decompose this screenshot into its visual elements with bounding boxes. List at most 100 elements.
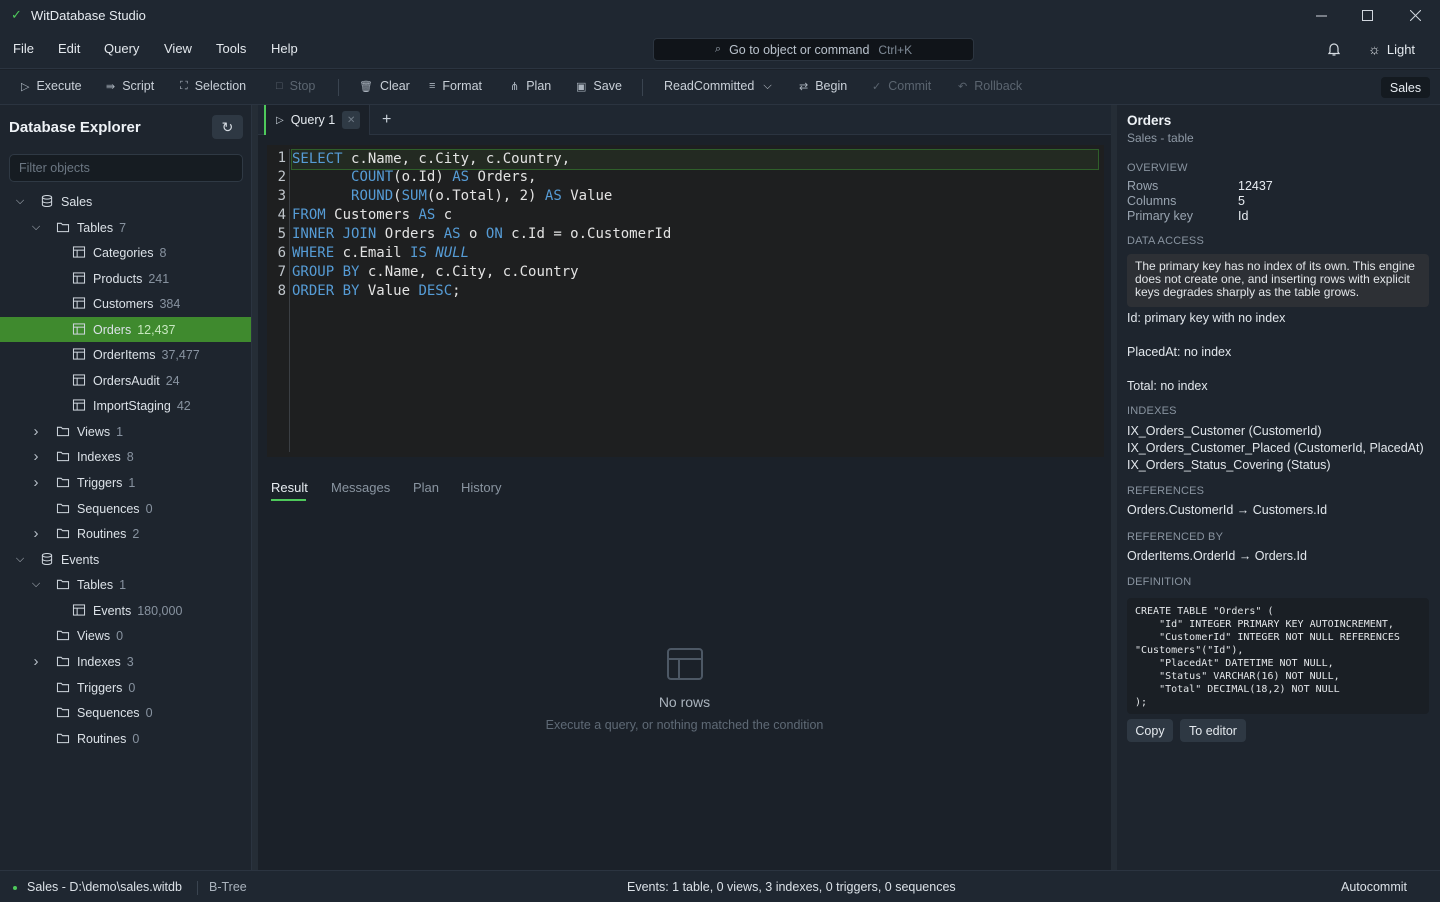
script-button[interactable]: ⇛ Script bbox=[106, 79, 154, 93]
tree-folder-indexes[interactable]: › Indexes 8 bbox=[0, 444, 251, 469]
close-icon bbox=[1409, 9, 1421, 21]
tree-folder-views[interactable]: › Views 1 bbox=[0, 419, 251, 444]
referenced-by-heading: REFERENCED BY bbox=[1127, 531, 1224, 543]
rollback-button[interactable]: ↶ Rollback bbox=[958, 79, 1022, 93]
menu-view[interactable]: View bbox=[164, 41, 192, 56]
tree-item-name: Indexes bbox=[77, 654, 121, 669]
chevron-down-icon[interactable]: ⌵ bbox=[14, 195, 26, 208]
close-tab-icon[interactable]: ✕ bbox=[342, 111, 361, 129]
close-button[interactable] bbox=[1392, 0, 1438, 30]
theme-toggle-label: Light bbox=[1386, 41, 1416, 57]
tree-table-customers[interactable]: Customers 384 bbox=[0, 291, 251, 316]
maximize-button[interactable] bbox=[1344, 0, 1390, 30]
menu-query[interactable]: Query bbox=[104, 41, 139, 56]
tree-folder-sequences[interactable]: Sequences 0 bbox=[0, 496, 251, 521]
tree-table-orderitems[interactable]: OrderItems 37,477 bbox=[0, 342, 251, 367]
stop-button[interactable]: □ Stop bbox=[276, 79, 315, 93]
execute-button[interactable]: ▷ Execute bbox=[21, 79, 82, 93]
tree-folder-triggers[interactable]: Triggers 0 bbox=[0, 675, 251, 700]
tree-table-importstaging[interactable]: ImportStaging 42 bbox=[0, 393, 251, 418]
tree-folder-tables[interactable]: ⌵ Tables 1 bbox=[0, 572, 251, 597]
check-icon: ✓ bbox=[872, 80, 882, 93]
minimize-button[interactable] bbox=[1298, 0, 1344, 30]
active-database-badge[interactable]: Sales bbox=[1381, 77, 1430, 98]
schema-summary: Events: 1 table, 0 views, 3 indexes, 0 t… bbox=[627, 880, 956, 894]
code-line: FROM Customers AS c bbox=[292, 207, 453, 223]
to-editor-button[interactable]: To editor bbox=[1180, 719, 1246, 742]
rollback-label: Rollback bbox=[974, 79, 1023, 93]
toolbar-divider bbox=[338, 79, 339, 96]
sql-editor[interactable]: 1 2 3 4 5 6 7 8 SELECT c.Name, c.City, c… bbox=[267, 145, 1104, 457]
menu-edit[interactable]: Edit bbox=[58, 41, 80, 56]
menu-file[interactable]: File bbox=[13, 41, 34, 56]
tree-item-count: 12,437 bbox=[137, 322, 176, 337]
copy-button[interactable]: Copy bbox=[1127, 719, 1173, 742]
tab-result[interactable]: Result bbox=[271, 480, 308, 495]
theme-toggle-button[interactable]: ☼ Light bbox=[1368, 41, 1415, 57]
search-icon: ⌕ bbox=[714, 43, 722, 55]
tree-folder-sequences[interactable]: Sequences 0 bbox=[0, 700, 251, 725]
tree-folder-routines[interactable]: Routines 0 bbox=[0, 726, 251, 751]
line-gutter: 1 2 3 4 5 6 7 8 bbox=[267, 149, 290, 452]
chevron-right-icon[interactable]: › bbox=[30, 448, 42, 465]
tree-item-name: Categories bbox=[93, 245, 154, 260]
refresh-button[interactable]: ↻ bbox=[212, 115, 243, 139]
empty-state-subtitle: Execute a query, or nothing matched the … bbox=[545, 718, 824, 732]
tab-query-1[interactable]: ▷ Query 1 ✕ bbox=[264, 105, 370, 135]
chevron-down-icon[interactable]: ⌵ bbox=[30, 221, 42, 234]
tree-table-events[interactable]: Events 180,000 bbox=[0, 598, 251, 623]
folder-icon bbox=[56, 656, 70, 667]
tree-folder-tables[interactable]: ⌵ Tables 7 bbox=[0, 215, 251, 240]
database-icon bbox=[41, 553, 53, 565]
tree-item-label: Sequences 0 bbox=[77, 502, 153, 516]
chevron-right-icon[interactable]: › bbox=[30, 423, 42, 440]
table-icon bbox=[72, 246, 86, 258]
line-number: 5 bbox=[277, 226, 286, 242]
chevron-right-icon[interactable]: › bbox=[30, 525, 42, 542]
tree-item-label: Triggers 0 bbox=[77, 681, 135, 695]
tree-folder-indexes[interactable]: › Indexes 3 bbox=[0, 649, 251, 674]
commit-button[interactable]: ✓ Commit bbox=[872, 79, 931, 93]
transaction-mode[interactable]: Autocommit bbox=[1341, 880, 1407, 894]
menu-tools[interactable]: Tools bbox=[216, 41, 246, 56]
chevron-right-icon[interactable]: › bbox=[30, 653, 42, 670]
command-search[interactable]: ⌕ Go to object or command Ctrl+K bbox=[653, 38, 974, 61]
tree-folder-views[interactable]: Views 0 bbox=[0, 623, 251, 648]
tree-db-events[interactable]: ⌵ Events bbox=[0, 547, 251, 572]
tree-item-count: 0 bbox=[132, 731, 140, 746]
tab-plan[interactable]: Plan bbox=[413, 480, 439, 495]
filter-objects-input[interactable] bbox=[9, 154, 243, 182]
folder-icon bbox=[56, 451, 70, 462]
undo-icon: ↶ bbox=[958, 80, 968, 93]
chevron-down-icon[interactable]: ⌵ bbox=[14, 553, 26, 566]
menu-help[interactable]: Help bbox=[271, 41, 298, 56]
folder-icon bbox=[56, 426, 70, 437]
tree-item-label: Orders 12,437 bbox=[93, 323, 175, 337]
add-tab-button[interactable]: + bbox=[382, 111, 391, 129]
tree-table-products[interactable]: Products 241 bbox=[0, 266, 251, 291]
tree-db-sales[interactable]: ⌵ Sales bbox=[0, 189, 251, 214]
tree-table-categories[interactable]: Categories 8 bbox=[0, 240, 251, 265]
tree-table-orders[interactable]: Orders 12,437 bbox=[0, 317, 251, 342]
clear-button[interactable]: 🗑 Clear bbox=[359, 79, 410, 93]
format-button[interactable]: ≡ Format bbox=[429, 79, 482, 93]
selection-button[interactable]: ⛶ Selection bbox=[180, 79, 246, 93]
tree-item-name: Products bbox=[93, 271, 143, 286]
save-button[interactable]: ▣ Save bbox=[576, 79, 622, 93]
plan-button[interactable]: ⋔ Plan bbox=[510, 79, 551, 93]
tree-folder-routines[interactable]: › Routines 2 bbox=[0, 521, 251, 546]
tab-history[interactable]: History bbox=[461, 480, 501, 495]
chevron-down-icon[interactable]: ⌵ bbox=[30, 578, 42, 591]
tree-item-name: Indexes bbox=[77, 449, 121, 464]
tree-folder-triggers[interactable]: › Triggers 1 bbox=[0, 470, 251, 495]
table-icon bbox=[72, 348, 86, 360]
tree-table-ordersaudit[interactable]: OrdersAudit 24 bbox=[0, 368, 251, 393]
tree-item-label: OrdersAudit 24 bbox=[93, 374, 180, 388]
tab-messages[interactable]: Messages bbox=[331, 480, 390, 495]
isolation-level-select[interactable]: ReadCommitted ⌵ bbox=[664, 79, 772, 93]
tree-item-name: OrdersAudit bbox=[93, 373, 160, 388]
bell-icon[interactable] bbox=[1326, 41, 1342, 57]
empty-table-icon bbox=[667, 648, 703, 680]
chevron-right-icon[interactable]: › bbox=[30, 474, 42, 491]
begin-button[interactable]: ⇄ Begin bbox=[799, 79, 847, 93]
